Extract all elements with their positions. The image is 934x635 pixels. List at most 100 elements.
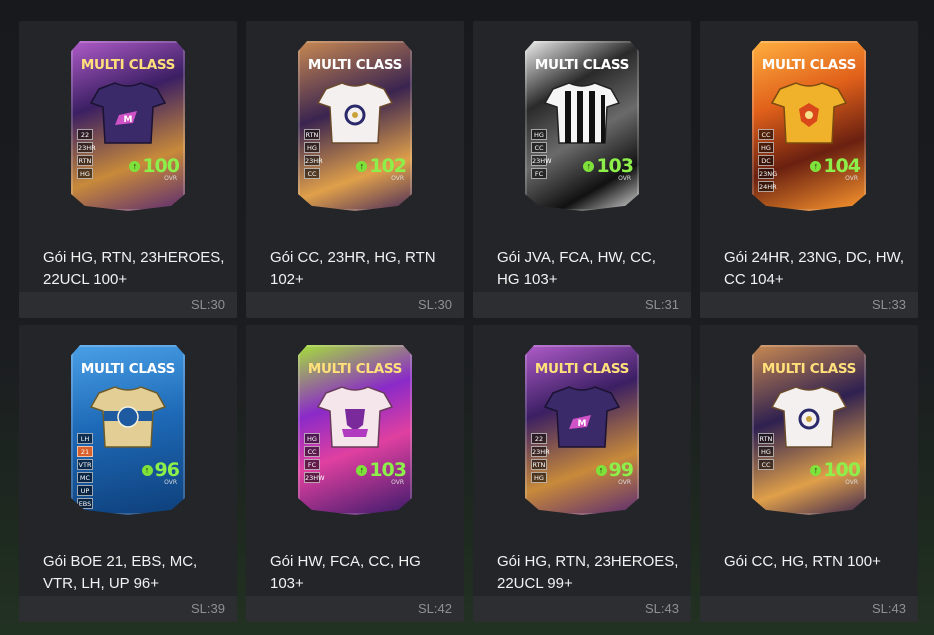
pack-name-line1: Gói HG, RTN, 23HEROES, [43,249,225,266]
card-title: MULTI CLASS [761,57,857,73]
pack-footer: SL:39 [19,596,237,622]
pack-art: MULTI CLASS RTN HG CC ↑ 100 OVR [700,325,918,537]
pack-name: Gói BOE 21, EBS, MC, VTR, LH, UP 96+ [43,551,233,595]
badge: 23HR [304,155,323,166]
badge: HG [531,472,547,483]
badge: EBS [77,498,93,509]
pack-name-line2: 102+ [270,271,304,288]
up-arrow-icon: ↑ [583,160,595,172]
pack-name-line2: HG 103+ [497,271,558,288]
pack-card: MULTI CLASS HG CC 23HW FC ↑ 103 OVR [525,41,639,211]
card-title: MULTI CLASS [534,361,630,377]
ovr-rating: ↑ 100 [810,459,861,481]
pack-art: MULTI CLASS HG CC FC 23HW ↑ 103 OVR [246,325,464,537]
badge: 23HW [304,472,325,483]
ovr-value: 99 [608,459,634,481]
ovr-label: OVR [618,175,631,182]
ovr-value: 103 [369,459,407,481]
card-title: MULTI CLASS [307,361,403,377]
badge: 23NG [758,168,778,179]
badge: MC [77,472,93,483]
badge: 24HR [758,181,777,192]
ovr-value: 103 [596,155,634,177]
pack-tile[interactable]: MULTI CLASS HG CC 23HW FC ↑ 103 OVR Gói … [473,21,691,318]
ovr-value: 100 [142,155,180,177]
pack-name-line1: Gói HG, RTN, 23HEROES, [497,553,679,570]
badge: RTN [77,155,93,166]
up-arrow-icon: ↑ [129,160,141,172]
jersey-icon [770,82,848,144]
jersey-icon: M [89,82,167,144]
ovr-rating: ↑ 103 [356,459,407,481]
badge: HG [304,433,320,444]
badge: RTN [758,433,774,444]
ovr-label: OVR [164,175,177,182]
pack-name: Gói 24HR, 23NG, DC, HW, CC 104+ [724,247,914,291]
pack-tile[interactable]: MULTI CLASS LH 21 VTR MC UP EBS ↑ 96 OVR… [19,325,237,622]
card-title: MULTI CLASS [761,361,857,377]
up-arrow-icon: ↑ [356,160,368,172]
badge: FC [304,459,320,470]
card-title: MULTI CLASS [80,57,176,73]
pack-footer: SL:33 [700,292,918,318]
pack-tile[interactable]: MULTI CLASS RTN HG 23HR CC ↑ 102 OVR Gói… [246,21,464,318]
card-title: MULTI CLASS [534,57,630,73]
pack-stock: SL:43 [645,601,679,616]
pack-tile[interactable]: MULTI CLASS CC HG DC 23NG 24HR ↑ 104 OVR… [700,21,918,318]
pack-art: MULTI CLASS HG CC 23HW FC ↑ 103 OVR [473,21,691,233]
ovr-label: OVR [391,479,404,486]
ovr-label: OVR [618,479,631,486]
jersey-icon [770,386,848,448]
pack-card: MULTI CLASS LH 21 VTR MC UP EBS ↑ 96 OVR [71,345,185,515]
badge: LH [77,433,93,444]
pack-name-line1: Gói CC, 23HR, HG, RTN [270,249,436,266]
pack-card: MULTI CLASS M 22 23HR RTN HG ↑ 100 OVR [71,41,185,211]
pack-stock: SL:33 [872,297,906,312]
pack-art: MULTI CLASS M 22 23HR RTN HG ↑ 99 OVR [473,325,691,537]
badge: CC [304,446,320,457]
badge: RTN [304,129,320,140]
badge: 23HR [77,142,96,153]
pack-footer: SL:30 [246,292,464,318]
badge: HG [77,168,93,179]
pack-name-line1: Gói BOE 21, EBS, MC, [43,553,198,570]
badge: CC [304,168,320,179]
pack-stock: SL:39 [191,601,225,616]
up-arrow-icon: ↑ [810,464,822,476]
badge-list: 22 23HR RTN HG [531,433,550,483]
pack-stock: SL:30 [418,297,452,312]
pack-name: Gói HG, RTN, 23HEROES, 22UCL 99+ [497,551,687,595]
badge: HG [758,142,774,153]
ovr-rating: ↑ 99 [595,459,634,481]
svg-text:M: M [578,419,587,429]
badge-list: 22 23HR RTN HG [77,129,96,179]
ovr-rating: ↑ 103 [583,155,634,177]
ovr-label: OVR [845,175,858,182]
pack-name: Gói JVA, FCA, HW, CC, HG 103+ [497,247,687,291]
badge: RTN [531,459,547,470]
up-arrow-icon: ↑ [810,160,822,172]
pack-art: MULTI CLASS M 22 23HR RTN HG ↑ 100 OVR [19,21,237,233]
pack-tile[interactable]: MULTI CLASS M 22 23HR RTN HG ↑ 99 OVR Gó… [473,325,691,622]
pack-footer: SL:31 [473,292,691,318]
pack-name-line2: 22UCL 99+ [497,575,573,592]
pack-card: MULTI CLASS HG CC FC 23HW ↑ 103 OVR [298,345,412,515]
ovr-value: 96 [154,459,180,481]
badge: 21 [77,446,93,457]
badge-list: RTN HG CC [758,433,774,470]
pack-tile[interactable]: MULTI CLASS HG CC FC 23HW ↑ 103 OVR Gói … [246,325,464,622]
ovr-label: OVR [164,479,177,486]
pack-art: MULTI CLASS CC HG DC 23NG 24HR ↑ 104 OVR [700,21,918,233]
card-title: MULTI CLASS [307,57,403,73]
pack-tile[interactable]: MULTI CLASS M 22 23HR RTN HG ↑ 100 OVR G… [19,21,237,318]
badge: UP [77,485,93,496]
pack-tile[interactable]: MULTI CLASS RTN HG CC ↑ 100 OVR Gói CC, … [700,325,918,622]
badge: DC [758,155,774,166]
badge: HG [531,129,547,140]
badge-list: HG CC FC 23HW [304,433,325,483]
pack-name-line2: 103+ [270,575,304,592]
badge: FC [531,168,547,179]
pack-stock: SL:43 [872,601,906,616]
ovr-value: 104 [823,155,861,177]
jersey-icon [543,82,621,144]
